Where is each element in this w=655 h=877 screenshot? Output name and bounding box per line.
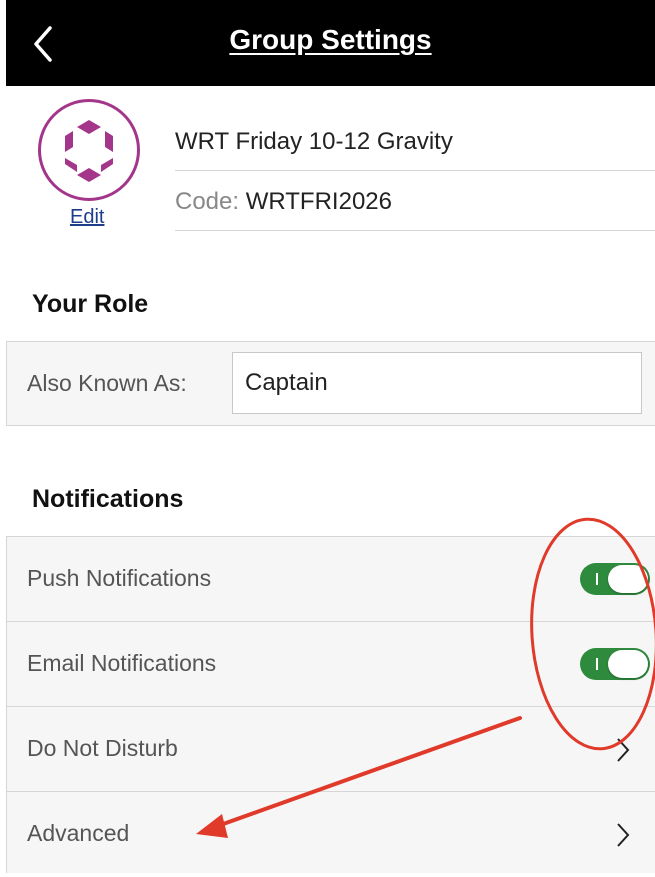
toggle-knob	[608, 650, 648, 678]
group-avatar[interactable]	[38, 99, 140, 201]
push-notifications-toggle[interactable]	[580, 563, 650, 595]
email-notifications-row[interactable]: Email Notifications	[7, 622, 655, 707]
header-bar: Group Settings	[6, 0, 655, 86]
email-notifications-toggle[interactable]	[580, 648, 650, 680]
row-label: Push Notifications	[27, 565, 212, 591]
do-not-disturb-row[interactable]: Do Not Disturb	[7, 707, 655, 792]
push-notifications-row[interactable]: Push Notifications	[7, 537, 655, 622]
edit-avatar-link[interactable]: Edit	[70, 206, 104, 229]
chevron-right-icon	[617, 823, 630, 847]
row-label: Advanced	[27, 820, 130, 846]
group-hexagon-icon	[65, 120, 113, 182]
code-value: WRTFRI2026	[245, 188, 392, 215]
group-code-row: Code: WRTFRI2026	[175, 188, 392, 216]
toggle-on-mark	[596, 573, 598, 585]
toggle-knob	[608, 565, 648, 593]
row-label: Email Notifications	[27, 650, 217, 676]
aka-input[interactable]	[232, 352, 642, 414]
group-name: WRT Friday 10-12 Gravity	[175, 128, 453, 155]
chevron-right-icon	[617, 738, 630, 762]
role-box: Also Known As:	[6, 341, 655, 426]
page-title: Group Settings	[229, 24, 432, 55]
toggle-on-mark	[596, 658, 598, 670]
notifications-list: Push Notifications Email Notifications D…	[6, 536, 655, 873]
section-title-notifications: Notifications	[32, 485, 184, 513]
advanced-row[interactable]: Advanced	[7, 792, 655, 877]
row-label: Do Not Disturb	[27, 735, 178, 761]
section-title-your-role: Your Role	[32, 290, 149, 318]
code-label: Code:	[175, 188, 240, 215]
divider	[175, 230, 655, 231]
aka-label: Also Known As:	[27, 370, 187, 396]
divider	[175, 170, 655, 171]
